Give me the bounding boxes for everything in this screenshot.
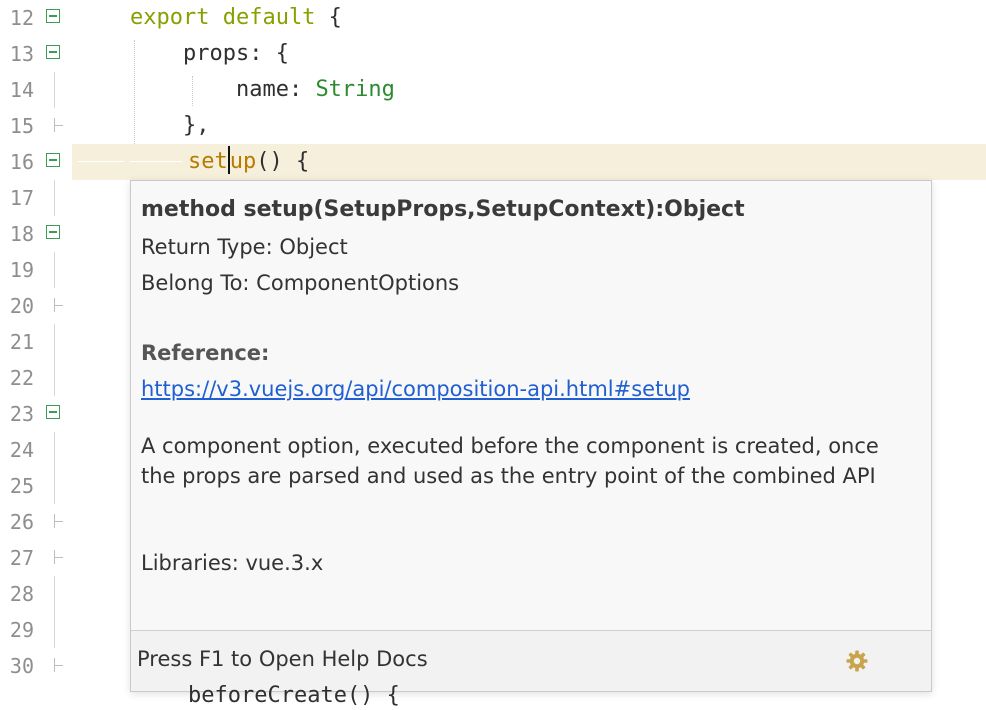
code-text: setup() {	[188, 144, 309, 180]
line-number: 12	[9, 6, 34, 30]
whitespace-marker	[78, 161, 124, 162]
code-text-fragment: beforeCreate() {	[188, 683, 400, 708]
fold-guide	[54, 432, 55, 468]
fold-collapse-icon[interactable]	[46, 153, 60, 167]
code-text: name: String	[130, 77, 395, 102]
fold-guide	[54, 468, 55, 504]
fold-end-marker	[54, 658, 67, 672]
line-number: 16	[9, 150, 34, 174]
line-number: 19	[9, 258, 34, 282]
fold-end-marker	[54, 118, 67, 132]
line-number: 29	[9, 618, 34, 642]
line-number: 20	[9, 294, 34, 318]
line-number: 13	[9, 42, 34, 66]
line-number: 26	[9, 510, 34, 534]
fold-guide	[54, 360, 55, 396]
code-text: },	[130, 113, 210, 138]
code-line[interactable]: 13 props: {	[0, 36, 986, 72]
line-number: 18	[9, 222, 34, 246]
fold-end-marker	[54, 550, 67, 564]
line-number: 25	[9, 474, 34, 498]
fold-guide	[54, 612, 55, 648]
reference-link[interactable]: https://v3.vuejs.org/api/composition-api…	[141, 377, 690, 401]
fold-collapse-icon[interactable]	[46, 225, 60, 239]
fold-guide	[54, 252, 55, 288]
line-number: 30	[9, 654, 34, 678]
fold-guide	[54, 324, 55, 360]
code-text: props: {	[130, 41, 289, 66]
code-text: export default {	[130, 5, 342, 30]
code-line[interactable]: 12 export default {	[0, 0, 986, 36]
return-type: Return Type: Object	[141, 235, 348, 259]
fold-end-marker	[54, 298, 67, 312]
line-number: 21	[9, 330, 34, 354]
line-number: 17	[9, 186, 34, 210]
fold-end-marker	[54, 514, 67, 528]
belong-to: Belong To: ComponentOptions	[141, 271, 460, 295]
gear-icon[interactable]	[845, 649, 869, 673]
line-number: 23	[9, 402, 34, 426]
reference-label: Reference:	[141, 341, 270, 365]
indent-guide	[192, 76, 193, 106]
quick-documentation-popup[interactable]: method setup(SetupProps,SetupContext):Ob…	[130, 180, 932, 692]
line-number: 15	[9, 114, 34, 138]
fold-collapse-icon[interactable]	[46, 45, 60, 59]
description: A component option, executed before the …	[141, 434, 879, 488]
help-docs-hint: Press F1 to Open Help Docs	[137, 647, 428, 671]
line-number: 27	[9, 546, 34, 570]
code-line[interactable]: 15 },	[0, 108, 986, 144]
fold-guide	[54, 180, 55, 216]
current-code-line[interactable]: 16 setup() {	[0, 144, 986, 180]
line-number: 14	[9, 78, 34, 102]
fold-collapse-icon[interactable]	[46, 9, 60, 23]
libraries: Libraries: vue.3.x	[141, 551, 324, 575]
method-signature: method setup(SetupProps,SetupContext):Ob…	[141, 197, 745, 222]
line-number: 24	[9, 438, 34, 462]
line-number: 22	[9, 366, 34, 390]
indent-guide	[134, 40, 135, 144]
fold-guide	[54, 72, 55, 108]
whitespace-marker	[130, 161, 182, 162]
fold-collapse-icon[interactable]	[46, 405, 60, 419]
line-number: 28	[9, 582, 34, 606]
code-line[interactable]: 14 name: String	[0, 72, 986, 108]
fold-guide	[54, 576, 55, 612]
